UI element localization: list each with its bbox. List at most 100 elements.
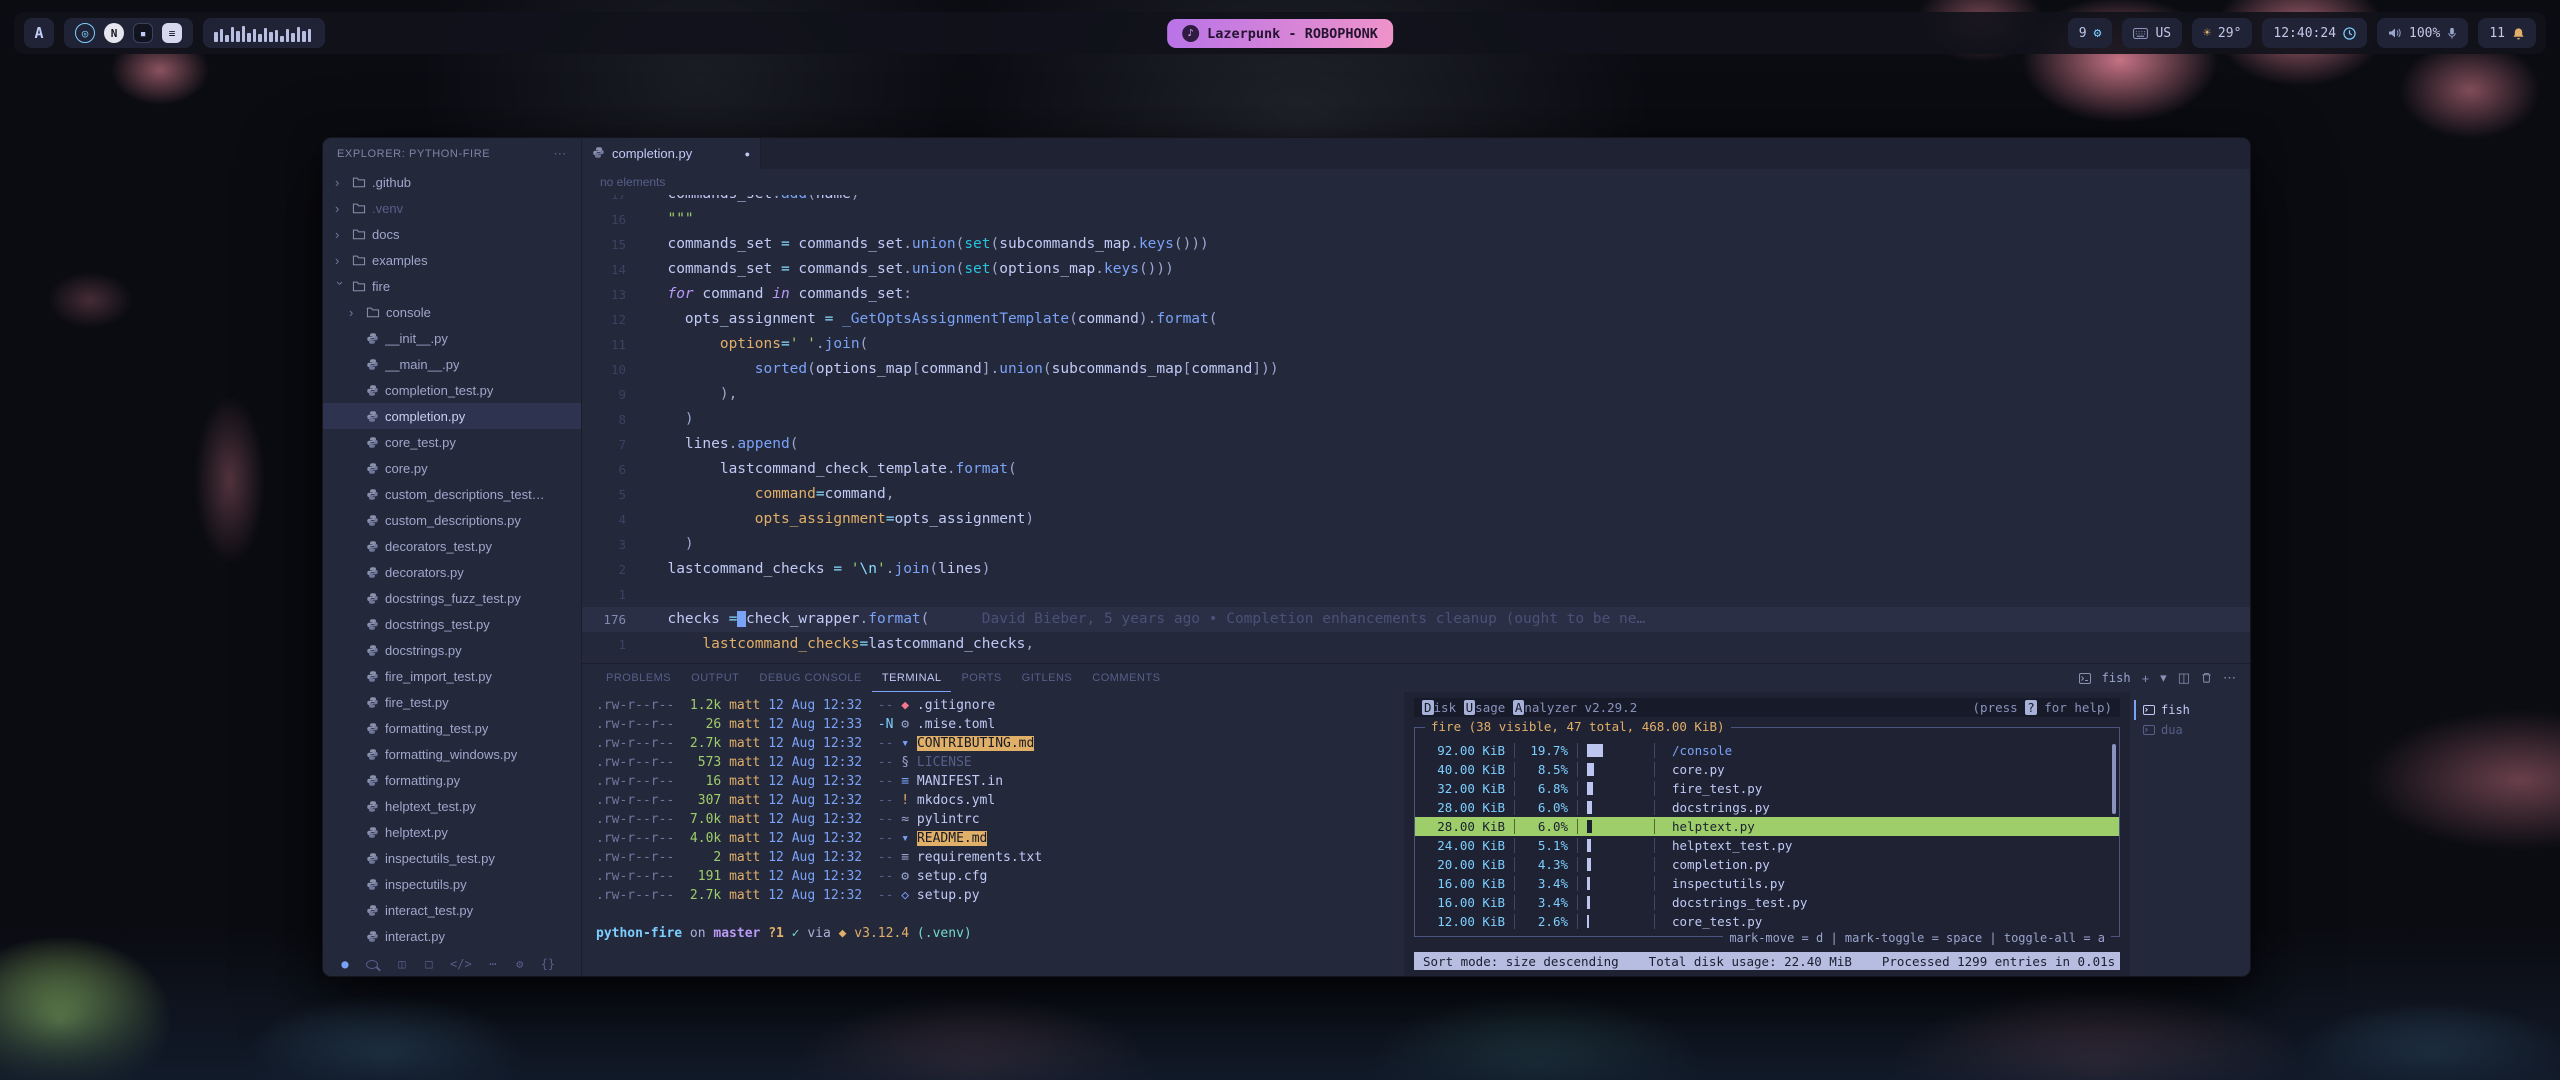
/console[interactable]: 92.00 KiB 19.7% /console bbox=[1415, 741, 2119, 760]
workspace-app-icon-3[interactable]: ▪ bbox=[133, 23, 153, 43]
helptext_test.py[interactable]: 24.00 KiB 5.1% helptext_test.py bbox=[1415, 836, 2119, 855]
panel-more-actions-icon[interactable]: ⋯ bbox=[2223, 670, 2236, 686]
explorer-item[interactable]: › inspectutils.py bbox=[323, 871, 581, 897]
explorer-item[interactable]: › fire_import_test.py bbox=[323, 663, 581, 689]
explorer-item[interactable]: › interact_test.py bbox=[323, 897, 581, 923]
more-icon[interactable]: ⋯ bbox=[487, 957, 499, 971]
usage-bar bbox=[1587, 839, 1645, 852]
explorer-item[interactable]: › custom_descriptions.py bbox=[323, 507, 581, 533]
split-terminal-button[interactable]: ◫ bbox=[2178, 670, 2190, 686]
explorer-item[interactable]: › __main__.py bbox=[323, 351, 581, 377]
terminal-dropdown-chevron[interactable]: ▾ bbox=[2160, 670, 2167, 686]
core_test.py[interactable]: 12.00 KiB 2.6% core_test.py bbox=[1415, 912, 2119, 931]
layout-icon[interactable]: ◫ bbox=[396, 957, 408, 971]
kill-terminal-button[interactable] bbox=[2201, 672, 2212, 684]
divider bbox=[1514, 781, 1515, 796]
launcher-button[interactable]: A bbox=[24, 18, 54, 48]
explorer-item[interactable]: › decorators.py bbox=[323, 559, 581, 585]
panel-tab[interactable]: PROBLEMS bbox=[596, 664, 681, 692]
dua-size: 16.00 KiB bbox=[1425, 893, 1505, 912]
line-number: 12 bbox=[582, 307, 650, 332]
workspace-app-icon-1[interactable]: ◎ bbox=[75, 23, 95, 43]
panel-tab[interactable]: GITLENS bbox=[1012, 664, 1083, 692]
panel-tab[interactable]: COMMENTS bbox=[1082, 664, 1170, 692]
explorer-item[interactable]: › examples bbox=[323, 247, 581, 273]
tab-completion-py[interactable]: completion.py ● bbox=[582, 138, 761, 169]
json-icon[interactable]: {} bbox=[541, 957, 555, 971]
notifications-pill[interactable]: 11 bbox=[2478, 18, 2536, 48]
breadcrumb[interactable]: no elements bbox=[582, 169, 2250, 195]
updates-pill[interactable]: 9 ⚙ bbox=[2068, 18, 2113, 48]
code-line: 3 ) bbox=[582, 532, 2250, 557]
explorer-item[interactable]: › interact.py bbox=[323, 923, 581, 949]
volume-value: 100% bbox=[2409, 26, 2440, 41]
inspectutils.py[interactable]: 16.00 KiB 3.4% inspectutils.py bbox=[1415, 874, 2119, 893]
explorer-item[interactable]: › .venv bbox=[323, 195, 581, 221]
explorer-item[interactable]: › inspectutils_test.py bbox=[323, 845, 581, 871]
panel-tab[interactable]: OUTPUT bbox=[681, 664, 749, 692]
explorer-item[interactable]: › console bbox=[323, 299, 581, 325]
cpu-graph-widget[interactable] bbox=[203, 18, 325, 48]
explorer-item[interactable]: › docstrings_fuzz_test.py bbox=[323, 585, 581, 611]
docstrings_test.py[interactable]: 16.00 KiB 3.4% docstrings_test.py bbox=[1415, 893, 2119, 912]
helptext.py[interactable]: 28.00 KiB 6.0% helptext.py bbox=[1415, 817, 2119, 836]
panel-tab[interactable]: TERMINAL bbox=[872, 664, 952, 692]
explorer-item[interactable]: › helptext_test.py bbox=[323, 793, 581, 819]
panel-tab[interactable]: PORTS bbox=[951, 664, 1011, 692]
docstrings.py[interactable]: 28.00 KiB 6.0% docstrings.py bbox=[1415, 798, 2119, 817]
active-shell-label[interactable]: fish bbox=[2102, 671, 2131, 685]
search-icon[interactable] bbox=[366, 960, 378, 969]
explorer-item[interactable]: › core.py bbox=[323, 455, 581, 481]
folder-icon[interactable]: □ bbox=[423, 957, 435, 971]
workspace-app-icon-2[interactable]: N bbox=[104, 23, 124, 43]
dua-scrollbar[interactable] bbox=[2112, 744, 2116, 814]
core.py[interactable]: 40.00 KiB 8.5% core.py bbox=[1415, 760, 2119, 779]
dua-percent: 2.6% bbox=[1524, 912, 1568, 931]
explorer-item-label: formatting_windows.py bbox=[385, 747, 517, 762]
explorer-item[interactable]: › completion_test.py bbox=[323, 377, 581, 403]
explorer-item[interactable]: › decorators_test.py bbox=[323, 533, 581, 559]
explorer-item[interactable]: › .github bbox=[323, 169, 581, 195]
terminal-session-dua[interactable]: dua bbox=[2134, 720, 2250, 740]
explorer-item[interactable]: › helptext.py bbox=[323, 819, 581, 845]
new-terminal-button[interactable]: + bbox=[2142, 671, 2150, 686]
weather-pill[interactable]: ☀ 29° bbox=[2192, 18, 2252, 48]
fire_test.py[interactable]: 32.00 KiB 6.8% fire_test.py bbox=[1415, 779, 2119, 798]
workspace-app-icon-4[interactable]: ≡ bbox=[162, 23, 182, 43]
explorer-item[interactable]: › formatting_test.py bbox=[323, 715, 581, 741]
explorer-item[interactable]: › fire bbox=[323, 273, 581, 299]
explorer-item[interactable]: › completion.py bbox=[323, 403, 581, 429]
modified-dot[interactable]: ● bbox=[745, 149, 750, 159]
dua-percent: 5.1% bbox=[1524, 836, 1568, 855]
volume-pill[interactable]: 100% bbox=[2377, 18, 2468, 48]
code-line: 4 opts_assignment=opts_assignment) bbox=[582, 507, 2250, 532]
explorer-item[interactable]: › docstrings.py bbox=[323, 637, 581, 663]
explorer-item[interactable]: › fire_test.py bbox=[323, 689, 581, 715]
terminal-fish[interactable]: .rw-r--r-- 1.2k matt 12 Aug 12:32 -- ◆ .… bbox=[596, 692, 1404, 976]
line-number: 13 bbox=[582, 282, 650, 307]
completion.py[interactable]: 20.00 KiB 4.3% completion.py bbox=[1415, 855, 2119, 874]
gear-icon[interactable]: ⚙ bbox=[514, 957, 526, 971]
explorer-item[interactable]: › formatting.py bbox=[323, 767, 581, 793]
explorer-item[interactable]: › core_test.py bbox=[323, 429, 581, 455]
explorer-item[interactable]: › custom_descriptions_test… bbox=[323, 481, 581, 507]
terminal-dua[interactable]: Disk Usage Analyzer v2.29.2 (press ? for… bbox=[1404, 692, 2130, 976]
panel-tab[interactable]: DEBUG CONSOLE bbox=[749, 664, 871, 692]
keyboard-layout-pill[interactable]: US bbox=[2122, 18, 2182, 48]
explorer-item[interactable]: › __init__.py bbox=[323, 325, 581, 351]
clock-pill[interactable]: 12:40:24 bbox=[2262, 18, 2367, 48]
explorer-item[interactable]: › docs bbox=[323, 221, 581, 247]
code-editor[interactable]: 17 commands_set.add(name) 16 """ 15 comm… bbox=[582, 195, 2250, 663]
explorer-header: EXPLORER: PYTHON-FIRE ⋯ bbox=[323, 138, 581, 169]
divider bbox=[1514, 914, 1515, 929]
remote-icon[interactable]: ● bbox=[339, 957, 351, 971]
terminal-session-fish[interactable]: fish bbox=[2134, 700, 2250, 720]
explorer-item[interactable]: › docstrings_test.py bbox=[323, 611, 581, 637]
code-icon[interactable]: </> bbox=[450, 957, 472, 971]
now-playing-pill[interactable]: ♪ Lazerpunk - ROBOPHONK bbox=[1167, 19, 1393, 48]
divider bbox=[1514, 838, 1515, 853]
explorer-more-icon[interactable]: ⋯ bbox=[553, 146, 567, 162]
dua-percent: 6.0% bbox=[1524, 817, 1568, 836]
explorer-item[interactable]: › formatting_windows.py bbox=[323, 741, 581, 767]
usage-bar bbox=[1587, 782, 1645, 795]
